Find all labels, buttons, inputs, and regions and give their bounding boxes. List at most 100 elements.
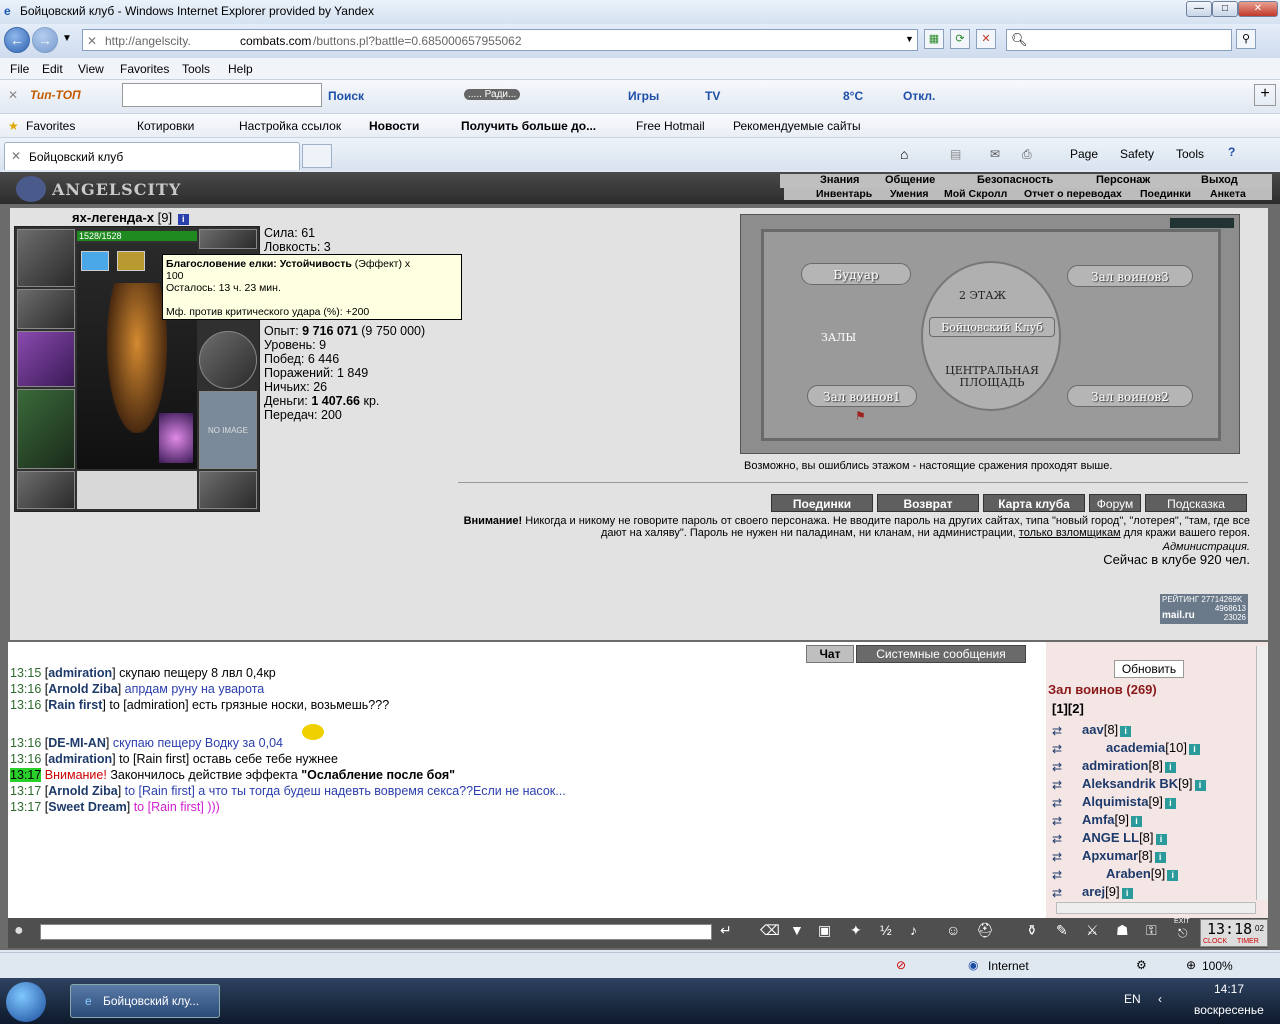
mail-icon[interactable]: ✉ [990, 147, 1000, 161]
fav-item-0[interactable]: Котировки [137, 119, 194, 133]
chat-nick[interactable]: Sweet Dream [48, 800, 127, 814]
cat-icon[interactable]: ☗ [1116, 922, 1129, 939]
armor-slot[interactable] [17, 389, 75, 469]
zoom-level[interactable]: 100% [1202, 959, 1233, 973]
mailru-rating-counter[interactable]: РЕЙТИНГ 27714269K 4968613 mail.ru 23026 [1160, 594, 1248, 624]
user-nick[interactable]: Amfa [1082, 812, 1115, 827]
ie-tools-menu[interactable]: Tools [1176, 147, 1204, 161]
info-icon[interactable]: i [1167, 870, 1179, 881]
private-message-icon[interactable]: ⇄ [1052, 850, 1062, 864]
room-warriors-3[interactable]: Зал воинов3 [1067, 265, 1193, 287]
private-message-icon[interactable]: ⇄ [1052, 724, 1062, 738]
clock-label[interactable]: CLOCK [1203, 938, 1227, 945]
refresh-button[interactable]: Обновить [1114, 660, 1184, 678]
user-nick[interactable]: Alquimista [1082, 794, 1148, 809]
user-nick[interactable]: aav [1082, 722, 1104, 737]
empty-slot[interactable]: NO IMAGE [199, 391, 257, 469]
tv-button[interactable]: TV [705, 89, 720, 103]
private-message-icon[interactable]: ⇄ [1052, 760, 1062, 774]
tab-system-messages[interactable]: Системные сообщения [856, 645, 1026, 663]
user-list-item[interactable]: Amfa[9] i [1082, 812, 1142, 827]
effect-icon[interactable] [117, 251, 145, 271]
blessing-effect-icon[interactable] [81, 251, 109, 271]
private-message-icon[interactable]: ⇄ [1052, 832, 1062, 846]
user-nick[interactable]: admiration [1082, 758, 1148, 773]
popup-blocked-icon[interactable]: ⊘ [896, 958, 906, 972]
stop-icon[interactable]: ✕ [976, 29, 996, 49]
send-icon[interactable]: ↵ [720, 922, 732, 939]
home-icon[interactable]: ⌂ [900, 146, 908, 162]
address-dropdown-icon[interactable]: ▼ [905, 34, 914, 44]
club-map-button[interactable]: Карта клуба [983, 494, 1085, 512]
search-go-button[interactable]: ⚲ [1236, 29, 1256, 49]
sound-icon[interactable]: ♪ [910, 922, 917, 938]
games-button[interactable]: Игры [628, 89, 659, 103]
chat-nick[interactable]: Rain first [48, 698, 102, 712]
subnav-transfers[interactable]: Отчет о переводах [1024, 188, 1122, 200]
new-tab-button[interactable] [302, 144, 332, 168]
tab-chat[interactable]: Чат [806, 645, 854, 663]
hint-button[interactable]: Подсказка [1145, 494, 1247, 512]
user-nick[interactable]: Araben [1106, 866, 1151, 881]
address-bar[interactable]: ✕ http://angelscity. combats.com /button… [82, 29, 918, 51]
subnav-inventory[interactable]: Инвентарь [816, 188, 872, 200]
subnav-scroll[interactable]: Мой Скролл [944, 188, 1007, 200]
chat-nick[interactable]: DE-MI-AN [48, 736, 106, 750]
fav-item-5[interactable]: Рекомендуемые сайты [733, 119, 861, 133]
info-icon[interactable]: i [1164, 762, 1176, 773]
map-square-label[interactable]: ЦЕНТРАЛЬНАЯ ПЛОЩАДЬ [937, 365, 1047, 389]
room-boudoir[interactable]: Будуар [801, 263, 911, 285]
toolbar-close-icon[interactable]: ✕ [8, 88, 18, 102]
menu-file[interactable]: File [10, 62, 29, 76]
menu-help[interactable]: Help [228, 62, 253, 76]
chat-nick[interactable]: admiration [48, 752, 112, 766]
weather-widget[interactable]: 8°C [843, 89, 863, 103]
info-icon[interactable]: i [1164, 798, 1176, 809]
return-button[interactable]: Возврат [877, 494, 979, 512]
compat-view-icon[interactable]: ▦ [924, 29, 944, 49]
battles-button[interactable]: Поединки [771, 494, 873, 512]
rings-slot[interactable] [199, 229, 257, 249]
private-message-icon[interactable]: ⇄ [1052, 796, 1062, 810]
small-slots[interactable] [77, 471, 197, 509]
clock-time-tray[interactable]: 14:17 [1214, 982, 1244, 996]
maximize-button[interactable]: □ [1212, 1, 1238, 17]
exit-label[interactable]: EXIT [1174, 918, 1190, 925]
fighter-icon[interactable]: ✦ [850, 922, 862, 939]
info-icon[interactable]: i [177, 214, 189, 225]
weapon-slot[interactable] [17, 331, 75, 387]
search-input[interactable]: 🔍︎ [1006, 29, 1232, 51]
toolbar-brand[interactable]: Тип-ТОП [30, 88, 81, 102]
chat-nick[interactable]: admiration [48, 666, 112, 680]
nav-exit[interactable]: Выход [1201, 174, 1238, 186]
user-nick[interactable]: ANGE LL [1082, 830, 1139, 845]
private-message-icon[interactable]: ⇄ [1052, 814, 1062, 828]
help-icon[interactable]: ? [1228, 145, 1235, 159]
split-icon[interactable]: ½ [880, 922, 892, 938]
helmet-slot[interactable] [17, 229, 75, 287]
refresh-icon[interactable]: ⟳ [950, 29, 970, 49]
info-icon[interactable]: i [1120, 726, 1132, 737]
menu-tools[interactable]: Tools [182, 62, 210, 76]
favorites-button[interactable]: Favorites [26, 119, 75, 133]
forward-button[interactable]: → [32, 27, 58, 53]
userlist-scrollbar[interactable] [1256, 646, 1268, 900]
user-nick[interactable]: Aleksandrik BK [1082, 776, 1178, 791]
history-dropdown-icon[interactable]: ▼ [62, 33, 72, 44]
info-icon[interactable]: i [1130, 816, 1142, 827]
user-list-item[interactable]: Aleksandrik BK[9] i [1082, 776, 1206, 791]
save-icon[interactable]: ▣ [818, 922, 831, 939]
nav-communication[interactable]: Общение [885, 174, 935, 186]
off-button[interactable]: Откл. [903, 89, 935, 103]
user-list-item[interactable]: ANGE LL[8] i [1082, 830, 1167, 845]
back-button[interactable]: ← [4, 27, 30, 53]
start-button[interactable] [6, 982, 46, 1022]
nav-knowledge[interactable]: Знания [820, 174, 859, 186]
user-list-item[interactable]: admiration[8] i [1082, 758, 1176, 773]
taskbar-app[interactable]: e Бойцовский клу... [70, 984, 220, 1018]
scroll-icon[interactable]: ✎ [1056, 922, 1068, 939]
chat-nick[interactable]: Arnold Ziba [48, 682, 117, 696]
close-button[interactable]: ✕ [1238, 1, 1278, 17]
userlist-hscrollbar[interactable] [1056, 902, 1256, 914]
user-list-item[interactable]: aav[8] i [1082, 722, 1132, 737]
